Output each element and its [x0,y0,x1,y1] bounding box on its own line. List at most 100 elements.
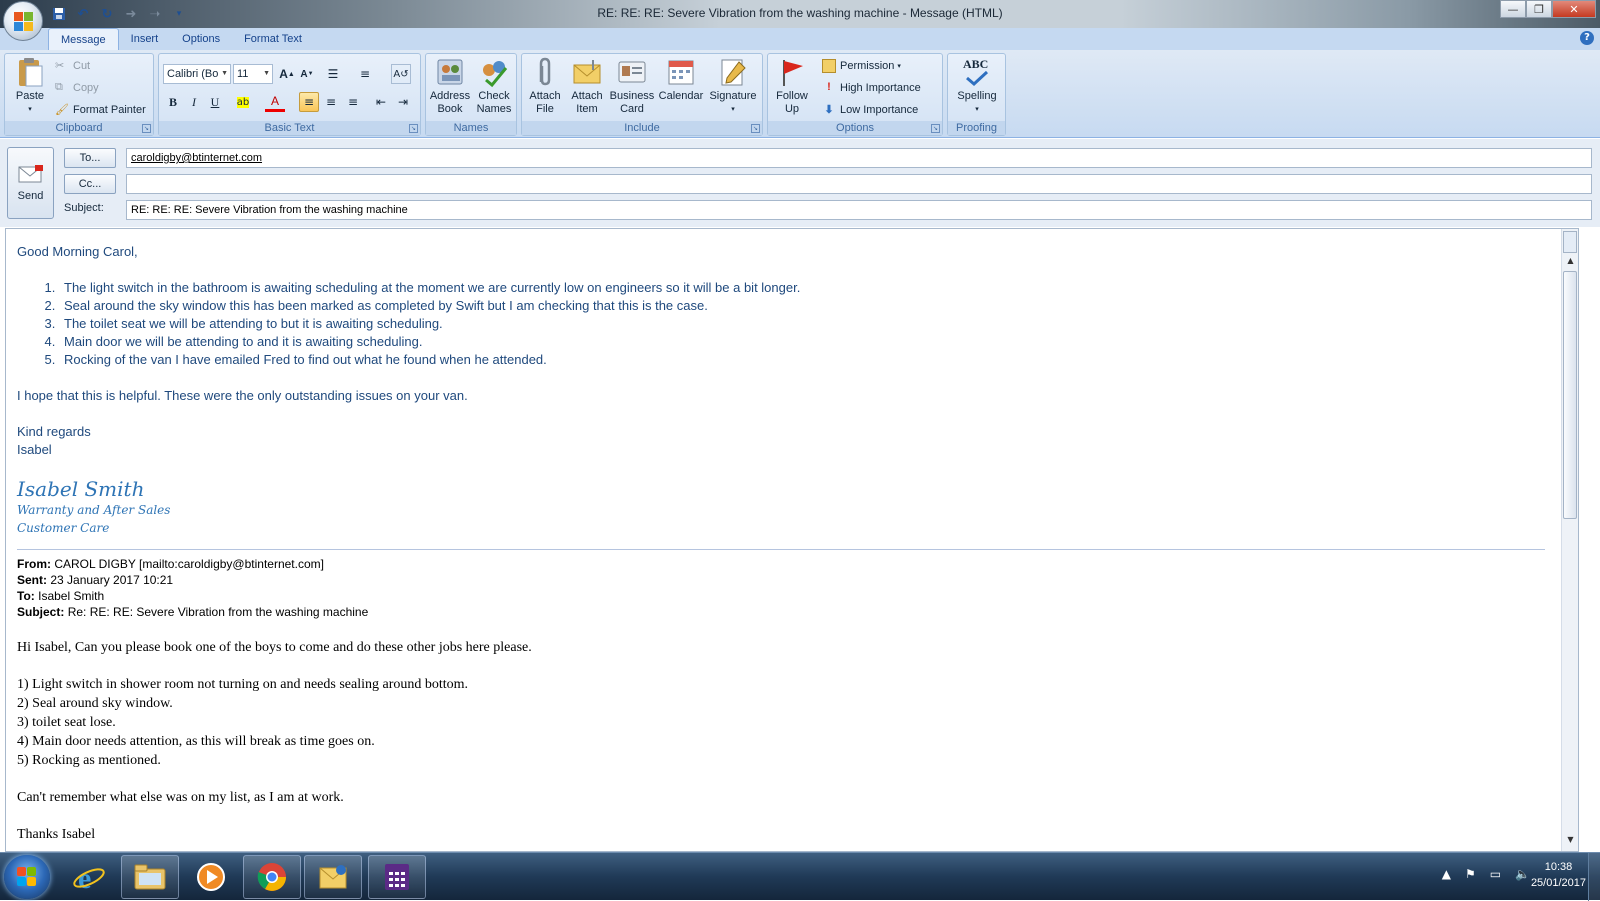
permission-dropdown-icon: ▾ [897,63,901,70]
outlook-icon[interactable] [304,855,362,899]
cut-button[interactable]: ✂ Cut [55,56,90,76]
clipboard-launcher-icon[interactable]: ↘ [142,124,151,133]
address-book-button[interactable]: Address Book [429,56,471,116]
grow-font-icon[interactable]: A ▲ [277,64,297,84]
follow-up-button[interactable]: Follow Up [771,56,813,116]
attach-file-label-2: File [536,103,554,115]
cc-button[interactable]: Cc... [64,174,116,194]
permission-button[interactable]: Permission ▾ [822,56,901,76]
subject-field[interactable]: RE: RE: RE: Severe Vibration from the wa… [126,200,1592,220]
tab-format-text[interactable]: Format Text [232,28,314,50]
font-name-combo[interactable]: Calibri (Bo ▼ [163,64,231,84]
scroll-down-icon[interactable]: ▼ [1562,835,1578,849]
media-player-icon[interactable] [182,855,240,899]
send-button[interactable]: Send [7,147,54,219]
highlight-icon[interactable]: ab [233,92,253,112]
scroll-up-icon[interactable]: ▲ [1562,256,1578,270]
original-to: To: Isabel Smith [17,588,1557,604]
scroll-thumb[interactable] [1563,271,1577,519]
list-item: Seal around the sky window this has been… [59,297,1557,315]
volume-icon[interactable]: 🔈 [1515,867,1530,881]
paste-button[interactable]: Paste ▾ [9,56,51,116]
message-body[interactable]: Good Morning Carol, The light switch in … [5,228,1579,852]
font-size-combo[interactable]: 11 ▼ [233,64,273,84]
align-right-icon[interactable]: ≡ [343,92,363,112]
message-header: Send To... Cc... Subject: caroldigby@bti… [0,139,1600,227]
attach-item-button[interactable]: Attach Item [566,56,608,116]
paste-dropdown-icon: ▾ [28,106,32,113]
send-envelope-icon [18,165,43,183]
italic-button[interactable]: I [184,92,204,112]
font-dropdown-icon: ▼ [221,70,228,77]
business-card-button[interactable]: Business Card [608,56,656,116]
vertical-scrollbar[interactable]: ▲ ▼ [1561,229,1578,851]
align-center-icon[interactable]: ≡ [321,92,341,112]
paste-icon [19,58,43,87]
close-button[interactable]: ✕ [1552,0,1596,18]
tab-insert[interactable]: Insert [119,28,171,50]
action-center-flag-icon[interactable]: ⚑ [1465,867,1476,881]
signature-dropdown-icon: ▾ [731,106,735,113]
list-item: 4) Main door needs attention, as this wi… [17,734,375,749]
bold-button[interactable]: B [163,92,183,112]
tab-options[interactable]: Options [170,28,232,50]
signature-button[interactable]: Signature ▾ [706,56,760,116]
maximize-button[interactable]: ❐ [1526,0,1552,18]
calculator-icon[interactable] [368,855,426,899]
permission-icon [822,59,836,73]
start-button[interactable] [4,855,50,899]
to-button[interactable]: To... [64,148,116,168]
align-left-icon[interactable]: ≡ [299,92,319,112]
view-ruler-icon[interactable] [1563,231,1577,253]
check-names-button[interactable]: Check Names [473,56,515,116]
options-launcher-icon[interactable]: ↘ [931,124,940,133]
office-button[interactable] [3,1,43,41]
flag-icon [783,60,803,86]
ribbon-tab-bar: Message Insert Options Format Text ? [0,28,1600,50]
internet-explorer-icon[interactable]: e [60,855,118,899]
file-explorer-icon[interactable] [121,855,179,899]
numbering-icon[interactable]: ≡ [355,64,375,84]
cc-field[interactable] [126,174,1592,194]
network-icon[interactable]: ▭ [1490,867,1501,881]
calendar-button[interactable]: Calendar [656,56,706,103]
copy-button[interactable]: ⧉ Copy [55,78,99,98]
list-item: The light switch in the bathroom is awai… [59,279,1557,297]
sent-label: Sent: [17,573,47,587]
attach-file-button[interactable]: Attach File [524,56,566,116]
signature-label: Signature [709,90,757,102]
low-importance-button[interactable]: ⬇ Low Importance [822,100,918,120]
high-importance-button[interactable]: ! High Importance [822,78,921,98]
bullets-icon[interactable]: ☰ [323,64,343,84]
clock[interactable]: 10:38 25/01/2017 [1531,859,1586,891]
basic-text-launcher-icon[interactable]: ↘ [409,124,418,133]
chrome-icon[interactable] [243,855,301,899]
underline-button[interactable]: U [205,92,225,112]
list-item: 2) Seal around sky window. [17,696,173,711]
down-arrow-icon: ⬇ [824,104,834,116]
from-label: From: [17,557,51,571]
first-name: Isabel [17,442,52,457]
paste-label: Paste [15,90,45,102]
decrease-indent-icon[interactable]: ⇤ [371,92,391,112]
minimize-button[interactable]: — [1500,0,1526,18]
help-icon[interactable]: ? [1580,31,1594,45]
scissors-icon: ✂ [55,60,65,72]
clear-formatting-icon[interactable]: A↺ [391,64,411,84]
increase-indent-icon[interactable]: ⇥ [393,92,413,112]
show-hidden-icons-icon[interactable]: ▲ [1442,867,1451,881]
tab-message[interactable]: Message [48,28,119,50]
shrink-font-icon[interactable]: A ▼ [297,64,317,84]
window-controls: — ❐ ✕ [1500,0,1596,18]
business-card-icon [618,61,646,83]
to-field[interactable]: caroldigby@btinternet.com [126,148,1592,168]
clock-time: 10:38 [1544,861,1573,873]
spelling-button[interactable]: ABC Spelling ▾ [952,56,1002,116]
calendar-icon [668,60,694,85]
show-desktop-button[interactable] [1588,853,1600,901]
format-painter-button[interactable]: 🖌 Format Painter [55,100,146,120]
address-book-label-1: Address [429,90,471,102]
font-color-icon[interactable]: A [265,92,285,112]
include-launcher-icon[interactable]: ↘ [751,124,760,133]
check-names-label-1: Check [478,90,510,102]
